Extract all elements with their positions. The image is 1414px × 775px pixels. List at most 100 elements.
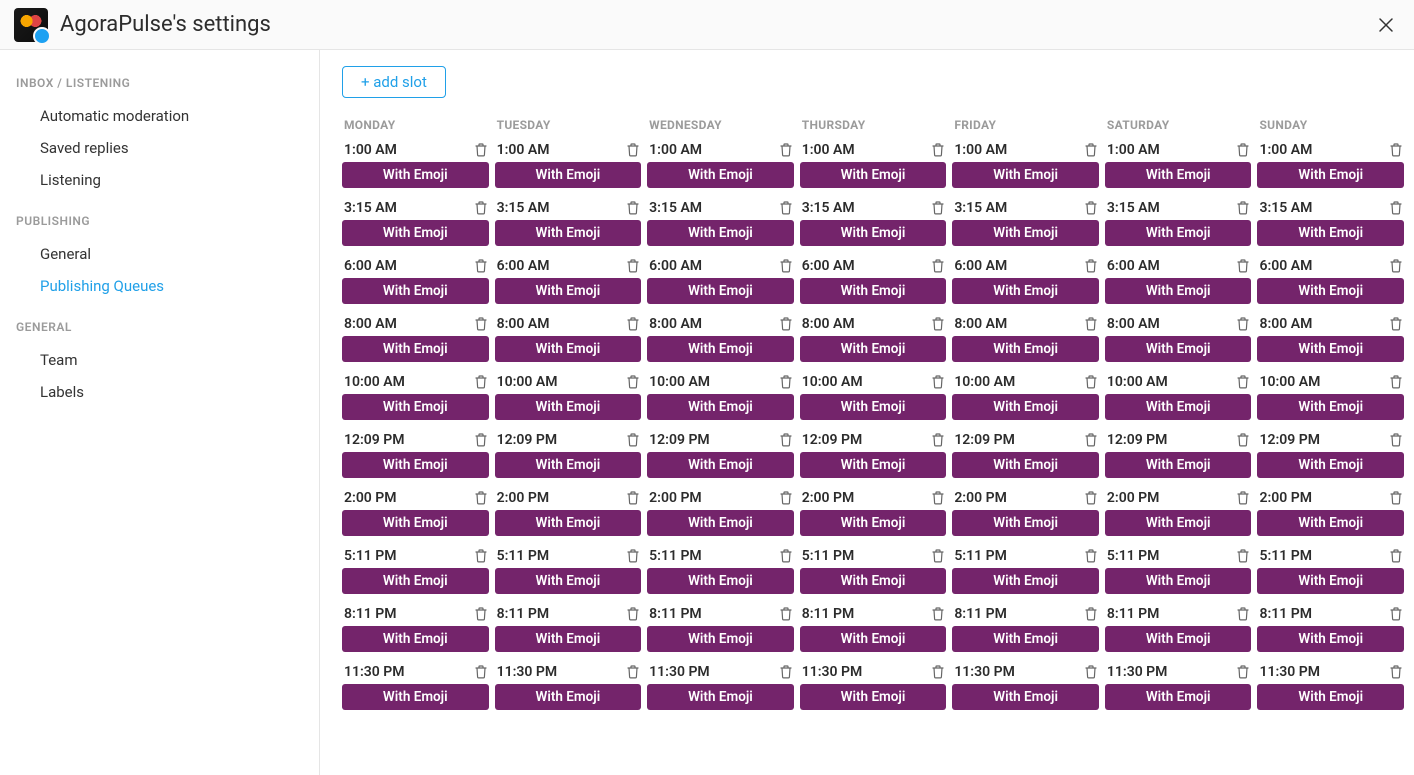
slot-time[interactable]: 5:11 PM [802, 548, 855, 564]
delete-slot-button[interactable] [780, 433, 792, 447]
delete-slot-button[interactable] [1237, 607, 1249, 621]
slot-tag[interactable]: With Emoji [800, 220, 947, 246]
sidebar-item-listening[interactable]: Listening [16, 164, 303, 196]
slot-tag[interactable]: With Emoji [1257, 394, 1404, 420]
delete-slot-button[interactable] [780, 259, 792, 273]
sidebar-item-saved-replies[interactable]: Saved replies [16, 132, 303, 164]
slot-tag[interactable]: With Emoji [495, 626, 642, 652]
slot-time[interactable]: 8:11 PM [1107, 606, 1160, 622]
slot-tag[interactable]: With Emoji [952, 394, 1099, 420]
slot-time[interactable]: 6:00 AM [497, 258, 550, 274]
slot-tag[interactable]: With Emoji [800, 336, 947, 362]
slot-tag[interactable]: With Emoji [800, 162, 947, 188]
slot-time[interactable]: 8:00 AM [1259, 316, 1312, 332]
close-button[interactable] [1372, 11, 1400, 39]
delete-slot-button[interactable] [780, 143, 792, 157]
delete-slot-button[interactable] [780, 491, 792, 505]
slot-time[interactable]: 10:00 AM [497, 374, 558, 390]
delete-slot-button[interactable] [475, 491, 487, 505]
slot-time[interactable]: 6:00 AM [802, 258, 855, 274]
delete-slot-button[interactable] [1085, 259, 1097, 273]
slot-tag[interactable]: With Emoji [495, 684, 642, 710]
delete-slot-button[interactable] [1237, 491, 1249, 505]
delete-slot-button[interactable] [932, 549, 944, 563]
slot-tag[interactable]: With Emoji [647, 336, 794, 362]
delete-slot-button[interactable] [780, 607, 792, 621]
delete-slot-button[interactable] [780, 375, 792, 389]
delete-slot-button[interactable] [1390, 549, 1402, 563]
slot-time[interactable]: 10:00 AM [344, 374, 405, 390]
delete-slot-button[interactable] [1237, 201, 1249, 215]
slot-time[interactable]: 11:30 PM [1259, 664, 1320, 680]
slot-tag[interactable]: With Emoji [342, 394, 489, 420]
delete-slot-button[interactable] [932, 491, 944, 505]
slot-time[interactable]: 5:11 PM [1259, 548, 1312, 564]
slot-time[interactable]: 6:00 AM [1259, 258, 1312, 274]
slot-time[interactable]: 12:09 PM [1107, 432, 1168, 448]
slot-tag[interactable]: With Emoji [495, 162, 642, 188]
slot-tag[interactable]: With Emoji [800, 278, 947, 304]
delete-slot-button[interactable] [1390, 317, 1402, 331]
slot-tag[interactable]: With Emoji [647, 626, 794, 652]
delete-slot-button[interactable] [1085, 143, 1097, 157]
slot-tag[interactable]: With Emoji [800, 510, 947, 536]
slot-tag[interactable]: With Emoji [342, 568, 489, 594]
sidebar-item-publishing-queues[interactable]: Publishing Queues [16, 270, 303, 302]
slot-time[interactable]: 2:00 PM [1259, 490, 1312, 506]
slot-time[interactable]: 3:15 AM [344, 200, 397, 216]
slot-tag[interactable]: With Emoji [1257, 162, 1404, 188]
delete-slot-button[interactable] [627, 143, 639, 157]
delete-slot-button[interactable] [475, 375, 487, 389]
slot-time[interactable]: 3:15 AM [1107, 200, 1160, 216]
slot-time[interactable]: 11:30 PM [954, 664, 1015, 680]
slot-time[interactable]: 10:00 AM [649, 374, 710, 390]
delete-slot-button[interactable] [1085, 201, 1097, 215]
add-slot-button[interactable]: + add slot [342, 66, 446, 98]
slot-tag[interactable]: With Emoji [1105, 394, 1252, 420]
delete-slot-button[interactable] [1390, 665, 1402, 679]
slot-time[interactable]: 8:11 PM [649, 606, 702, 622]
slot-tag[interactable]: With Emoji [952, 568, 1099, 594]
slot-tag[interactable]: With Emoji [1105, 220, 1252, 246]
slot-tag[interactable]: With Emoji [952, 626, 1099, 652]
slot-tag[interactable]: With Emoji [495, 568, 642, 594]
slot-tag[interactable]: With Emoji [1105, 684, 1252, 710]
delete-slot-button[interactable] [1237, 665, 1249, 679]
slot-time[interactable]: 11:30 PM [649, 664, 710, 680]
delete-slot-button[interactable] [1390, 433, 1402, 447]
slot-tag[interactable]: With Emoji [1257, 684, 1404, 710]
delete-slot-button[interactable] [932, 201, 944, 215]
delete-slot-button[interactable] [1085, 665, 1097, 679]
slot-time[interactable]: 8:11 PM [344, 606, 397, 622]
delete-slot-button[interactable] [1085, 491, 1097, 505]
slot-tag[interactable]: With Emoji [495, 394, 642, 420]
slot-tag[interactable]: With Emoji [800, 684, 947, 710]
delete-slot-button[interactable] [475, 143, 487, 157]
slot-time[interactable]: 6:00 AM [649, 258, 702, 274]
slot-tag[interactable]: With Emoji [1105, 568, 1252, 594]
slot-time[interactable]: 3:15 AM [649, 200, 702, 216]
slot-tag[interactable]: With Emoji [647, 394, 794, 420]
delete-slot-button[interactable] [627, 317, 639, 331]
delete-slot-button[interactable] [627, 607, 639, 621]
slot-time[interactable]: 3:15 AM [1259, 200, 1312, 216]
slot-time[interactable]: 5:11 PM [1107, 548, 1160, 564]
delete-slot-button[interactable] [1085, 607, 1097, 621]
delete-slot-button[interactable] [627, 433, 639, 447]
slot-time[interactable]: 2:00 PM [954, 490, 1007, 506]
sidebar-item-team[interactable]: Team [16, 344, 303, 376]
slot-tag[interactable]: With Emoji [647, 568, 794, 594]
slot-time[interactable]: 11:30 PM [344, 664, 405, 680]
slot-time[interactable]: 8:00 AM [1107, 316, 1160, 332]
slot-tag[interactable]: With Emoji [647, 220, 794, 246]
delete-slot-button[interactable] [932, 259, 944, 273]
slot-time[interactable]: 1:00 AM [497, 142, 550, 158]
slot-time[interactable]: 6:00 AM [1107, 258, 1160, 274]
delete-slot-button[interactable] [932, 375, 944, 389]
slot-tag[interactable]: With Emoji [495, 220, 642, 246]
slot-time[interactable]: 8:00 AM [497, 316, 550, 332]
slot-tag[interactable]: With Emoji [647, 162, 794, 188]
slot-tag[interactable]: With Emoji [1257, 568, 1404, 594]
slot-tag[interactable]: With Emoji [1105, 162, 1252, 188]
delete-slot-button[interactable] [1085, 549, 1097, 563]
